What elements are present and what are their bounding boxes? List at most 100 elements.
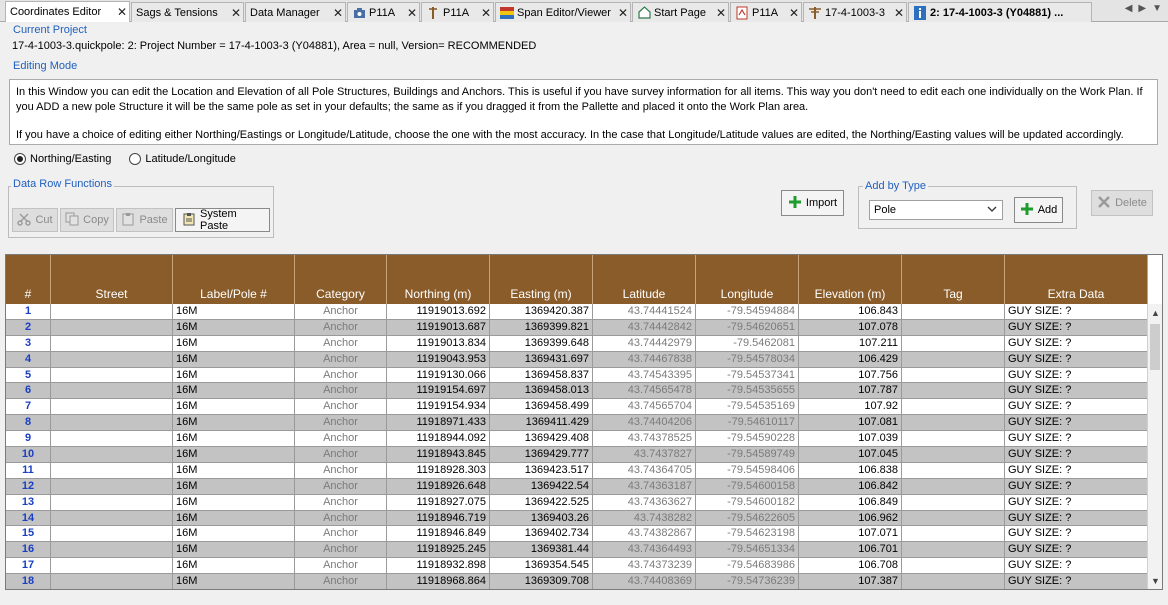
table-cell[interactable]: 1369309.708 [490,574,593,589]
table-row[interactable]: 9 16M Anchor 11918944.092 1369429.408 43.7437… [6,431,1148,448]
table-cell[interactable] [51,447,173,463]
table-cell[interactable]: 16M [173,478,295,495]
table-cell[interactable]: 8 [6,415,51,432]
table-cell[interactable]: GUY SIZE: ? [1005,335,1148,352]
table-cell[interactable] [902,383,1005,400]
table-cell[interactable]: Anchor [295,415,387,432]
table-cell[interactable]: 16 [6,542,51,559]
table-cell[interactable] [51,558,173,575]
table-cell[interactable]: -79.5462081 [696,335,799,352]
table-cell[interactable]: 1369422.54 [490,478,593,495]
table-cell[interactable]: 106.838 [799,462,902,479]
table-cell[interactable]: 11919043.953 [387,351,490,368]
close-icon[interactable]: ✕ [115,5,129,19]
tab-3[interactable]: Data Manager ✕ [245,2,346,22]
table-cell[interactable]: GUY SIZE: ? [1005,526,1148,543]
table-cell[interactable]: Anchor [295,351,387,368]
table-cell[interactable]: -79.54683986 [696,558,799,575]
table-cell[interactable]: 11918925.245 [387,542,490,559]
table-cell[interactable]: 1 [6,304,51,320]
vertical-scrollbar[interactable]: ▲ ▼ [1147,304,1162,589]
tab-5[interactable]: P11A ✕ [421,2,494,22]
table-cell[interactable] [902,478,1005,495]
table-cell[interactable]: 43.74382867 [593,526,696,543]
table-cell[interactable]: 43.74408369 [593,574,696,589]
table-cell[interactable]: 1369403.26 [490,510,593,527]
table-cell[interactable]: GUY SIZE: ? [1005,574,1148,589]
table-row[interactable]: 10 16M Anchor 11918943.845 1369429.777 43.743… [6,447,1148,463]
table-cell[interactable]: 11918927.075 [387,494,490,511]
table-cell[interactable]: -79.54589749 [696,447,799,463]
close-icon[interactable]: ✕ [405,6,419,20]
table-cell[interactable]: 1369458.499 [490,399,593,416]
table-row[interactable]: 15 16M Anchor 11918946.849 1369402.734 43.743… [6,526,1148,543]
table-cell[interactable]: 43.74442979 [593,335,696,352]
table-cell[interactable]: 43.74442842 [593,319,696,336]
table-cell[interactable]: Anchor [295,319,387,336]
table-cell[interactable]: GUY SIZE: ? [1005,399,1148,416]
table-row[interactable]: 2 16M Anchor 11919013.687 1369399.821 43.7444… [6,319,1148,336]
table-cell[interactable]: 106.708 [799,558,902,575]
table-cell[interactable]: 106.842 [799,478,902,495]
table-cell[interactable]: 16M [173,510,295,527]
table-cell[interactable]: 1369420.387 [490,304,593,320]
table-cell[interactable] [902,431,1005,448]
table-cell[interactable]: 16M [173,351,295,368]
table-cell[interactable]: 11919013.687 [387,319,490,336]
table-cell[interactable] [51,304,173,320]
table-cell[interactable]: Anchor [295,431,387,448]
table-cell[interactable]: -79.54736239 [696,574,799,589]
table-cell[interactable]: 11918946.849 [387,526,490,543]
table-cell[interactable]: 11918943.845 [387,447,490,463]
table-row[interactable]: 18 16M Anchor 11918968.864 1369309.708 43.744… [6,574,1148,589]
table-cell[interactable]: 4 [6,351,51,368]
table-row[interactable]: 17 16M Anchor 11918932.898 1369354.545 43.743… [6,558,1148,575]
tab-scroll-left-icon[interactable]: ◀ [1125,3,1133,14]
table-row[interactable]: 16 16M Anchor 11918925.245 1369381.44 43.7436… [6,542,1148,559]
tab-4[interactable]: P11A ✕ [347,2,420,22]
table-cell[interactable]: 107.387 [799,574,902,589]
table-cell[interactable]: 43.74543395 [593,367,696,384]
table-cell[interactable]: 1369429.408 [490,431,593,448]
table-cell[interactable]: 107.045 [799,447,902,463]
table-cell[interactable]: GUY SIZE: ? [1005,510,1148,527]
table-cell[interactable]: Anchor [295,304,387,320]
table-cell[interactable]: 11 [6,462,51,479]
table-cell[interactable]: 107.211 [799,335,902,352]
table-cell[interactable] [51,510,173,527]
table-cell[interactable]: 43.74364705 [593,462,696,479]
table-row[interactable]: 6 16M Anchor 11919154.697 1369458.013 43.7456… [6,383,1148,400]
table-cell[interactable]: -79.54651334 [696,542,799,559]
table-cell[interactable]: GUY SIZE: ? [1005,494,1148,511]
table-cell[interactable]: 12 [6,478,51,495]
table-cell[interactable] [902,335,1005,352]
table-cell[interactable]: 43.74404206 [593,415,696,432]
table-cell[interactable]: 2 [6,319,51,336]
table-cell[interactable]: 11919130.066 [387,367,490,384]
table-cell[interactable]: 13 [6,494,51,511]
copy-button[interactable]: Copy [60,208,114,232]
table-cell[interactable] [51,574,173,589]
table-cell[interactable]: Anchor [295,574,387,589]
table-row[interactable]: 12 16M Anchor 11918926.648 1369422.54 43.7436… [6,478,1148,495]
scrollbar-thumb[interactable] [1150,324,1160,370]
table-cell[interactable]: 14 [6,510,51,527]
table-cell[interactable] [51,526,173,543]
table-cell[interactable]: -79.54623198 [696,526,799,543]
table-cell[interactable]: 107.92 [799,399,902,416]
close-icon[interactable]: ✕ [616,6,630,20]
table-cell[interactable]: 10 [6,447,51,463]
system-paste-button[interactable]: System Paste [175,208,270,232]
close-icon[interactable]: ✕ [714,6,728,20]
table-cell[interactable]: Anchor [295,367,387,384]
table-cell[interactable]: GUY SIZE: ? [1005,319,1148,336]
table-cell[interactable] [51,415,173,432]
table-row[interactable]: 4 16M Anchor 11919043.953 1369431.697 43.7446… [6,351,1148,368]
column-header[interactable]: Street [51,255,173,304]
table-cell[interactable]: 107.071 [799,526,902,543]
table-cell[interactable]: 1369411.429 [490,415,593,432]
table-cell[interactable] [902,558,1005,575]
column-header[interactable]: Label/Pole # [173,255,295,304]
table-cell[interactable]: GUY SIZE: ? [1005,367,1148,384]
column-header[interactable]: # [6,255,51,304]
